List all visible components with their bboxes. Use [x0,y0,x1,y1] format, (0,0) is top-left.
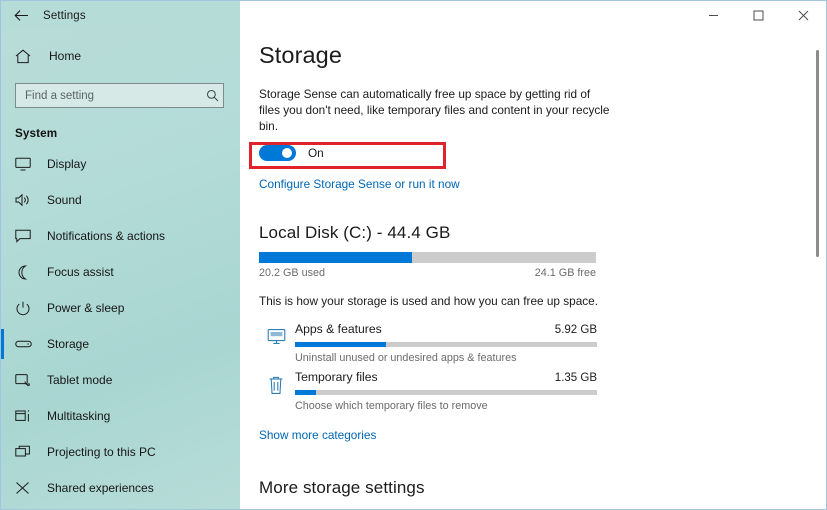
disk-usage-legend: 20.2 GB used 24.1 GB free [259,267,596,279]
disk-usage-bar-fill [259,252,413,263]
storage-category-subtitle: Choose which temporary files to remove [295,400,488,412]
storage-category-subtitle: Uninstall unused or undesired apps & fea… [295,352,517,364]
local-disk-title: Local Disk (C:) - 44.4 GB [259,223,451,242]
storage-category-name: Apps & features [295,322,382,336]
title-bar: Settings [1,1,826,30]
page-title: Storage [259,42,343,68]
sidebar-item-shared-experiences-label: Shared experiences [47,481,154,495]
storage-category-head: Temporary files 1.35 GB [295,370,597,384]
storage-category-name: Temporary files [295,370,378,384]
sidebar-item-projecting[interactable]: Projecting to this PC [1,434,240,470]
scrollbar-thumb[interactable] [816,50,819,257]
storage-sense-description: Storage Sense can automatically free up … [259,87,610,133]
sidebar-item-projecting-label: Projecting to this PC [47,445,156,459]
sidebar-item-tablet-mode[interactable]: Tablet mode [1,362,240,398]
sidebar-item-power-sleep[interactable]: Power & sleep [1,290,240,326]
storage-category-body: Apps & features 5.92 GB Uninstall unused… [293,322,826,364]
storage-category-bar-fill [295,342,386,347]
storage-sense-toggle[interactable] [259,145,296,161]
storage-howto-text: This is how your storage is used and how… [259,294,599,308]
sidebar-item-multitasking[interactable]: Multitasking [1,398,240,434]
storage-category-bar [295,342,597,347]
monitor-icon [15,157,39,171]
sidebar-item-multitasking-label: Multitasking [47,409,111,423]
settings-window: Settings Home Find a setting System Disp… [0,0,827,510]
content-scrollbar[interactable] [810,30,824,509]
search-icon[interactable] [201,89,223,102]
sidebar-item-home-label: Home [49,49,82,63]
sidebar-item-sound-label: Sound [47,193,82,207]
storage-category-bar [295,390,597,395]
storage-category-row[interactable]: Apps & features 5.92 GB Uninstall unused… [259,322,826,370]
sidebar-item-power-sleep-label: Power & sleep [47,301,125,315]
app-title: Settings [43,9,86,22]
monitor-apps-icon [259,322,293,345]
disk-free-label: 24.1 GB free [534,267,596,279]
drive-icon [15,338,39,350]
sidebar-item-display-label: Display [47,157,87,171]
more-storage-settings-title: More storage settings [259,478,425,497]
sidebar-item-storage-label: Storage [47,337,90,351]
speaker-icon [15,193,39,207]
sidebar-item-focus-assist-label: Focus assist [47,265,114,279]
close-button[interactable] [781,1,826,30]
configure-storage-sense-link[interactable]: Configure Storage Sense or run it now [259,177,460,191]
power-icon [15,301,39,316]
storage-category-row[interactable]: Temporary files 1.35 GB Choose which tem… [259,370,826,418]
toggle-knob [282,148,292,158]
show-more-categories-link[interactable]: Show more categories [259,428,376,442]
back-button[interactable] [1,1,41,30]
sidebar-item-tablet-mode-label: Tablet mode [47,373,113,387]
projecting-icon [15,445,39,459]
sidebar-item-home[interactable]: Home [1,38,240,74]
sidebar-item-notifications-label: Notifications & actions [47,229,166,243]
search-input[interactable] [16,89,201,102]
maximize-button[interactable] [736,1,781,30]
sidebar-item-storage[interactable]: Storage [1,326,240,362]
storage-sense-toggle-label: On [308,146,324,160]
sidebar-item-display[interactable]: Display [1,146,240,182]
sidebar: Home System Display [1,1,240,509]
sidebar-group-header: System [15,127,58,140]
shared-icon [15,481,39,495]
storage-category-list: Apps & features 5.92 GB Uninstall unused… [259,322,826,418]
trash-icon [259,370,293,395]
moon-icon [15,264,39,280]
disk-used-label: 20.2 GB used [259,267,326,279]
main-content: Storage Storage Sense can automatically … [240,30,826,509]
sidebar-item-sound[interactable]: Sound [1,182,240,218]
storage-category-size: 5.92 GB [554,324,597,336]
sidebar-item-shared-experiences[interactable]: Shared experiences [1,470,240,506]
sidebar-item-notifications[interactable]: Notifications & actions [1,218,240,254]
storage-category-bar-fill [295,390,317,395]
storage-sense-toggle-row: On [259,145,826,161]
chat-bubble-icon [15,229,39,243]
multitasking-icon [15,409,39,423]
sidebar-item-focus-assist[interactable]: Focus assist [1,254,240,290]
minimize-button[interactable] [691,1,736,30]
disk-usage-bar [259,252,596,263]
search-box[interactable] [15,83,224,108]
home-icon [15,49,41,64]
window-controls [240,1,826,30]
storage-category-body: Temporary files 1.35 GB Choose which tem… [293,370,826,412]
title-bar-left: Settings [1,1,240,30]
tablet-icon [15,373,39,387]
storage-category-size: 1.35 GB [554,372,597,384]
storage-category-head: Apps & features 5.92 GB [295,322,597,336]
